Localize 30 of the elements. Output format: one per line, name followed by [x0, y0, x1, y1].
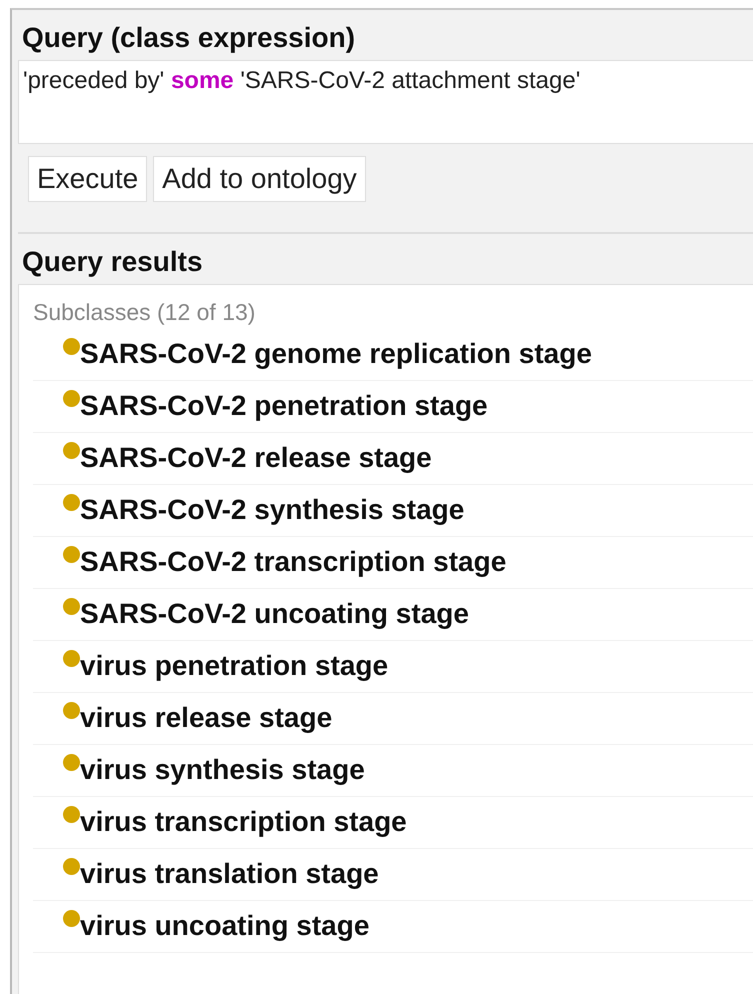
result-class-item[interactable]: SARS-CoV-2 uncoating stage: [80, 590, 469, 638]
result-class-item[interactable]: virus uncoating stage: [80, 902, 370, 950]
query-button[interactable]: Add to ontology: [153, 156, 366, 202]
result-class-item[interactable]: SARS-CoV-2 release stage: [80, 434, 432, 482]
class-dot-icon: [63, 858, 80, 875]
class-dot-icon: [63, 754, 80, 771]
class-dot-icon: [63, 910, 80, 927]
result-class-item[interactable]: virus synthesis stage: [80, 746, 365, 794]
panel-title: Query results: [21, 245, 204, 279]
class-dot-icon: [63, 494, 80, 511]
result-class-item[interactable]: virus penetration stage: [80, 642, 388, 690]
result-class-item[interactable]: SARS-CoV-2 synthesis stage: [80, 486, 464, 534]
result-class-item[interactable]: virus transcription stage: [80, 798, 407, 846]
result-class-item[interactable]: virus translation stage: [80, 850, 379, 898]
class-dot-icon: [63, 390, 80, 407]
class-dot-icon: [63, 650, 80, 667]
class-dot-icon: [63, 806, 80, 823]
query-editor-field[interactable]: 'preceded by' some 'SARS-CoV-2 attachment stage': [18, 60, 753, 144]
group-label: Subclasses (12 of 13): [33, 298, 256, 327]
class-dot-icon: [63, 702, 80, 719]
query-button[interactable]: Execute: [28, 156, 148, 202]
class-dot-icon: [63, 546, 80, 563]
result-class-item[interactable]: SARS-CoV-2 penetration stage: [80, 382, 488, 430]
class-dot-icon: [63, 442, 80, 459]
result-class-item[interactable]: SARS-CoV-2 genome replication stage: [80, 330, 592, 378]
result-class-item[interactable]: SARS-CoV-2 transcription stage: [80, 538, 506, 586]
panel-title: Query (class expression): [21, 21, 356, 55]
class-dot-icon: [63, 598, 80, 615]
result-class-item[interactable]: virus release stage: [80, 694, 332, 742]
class-dot-icon: [63, 338, 80, 355]
